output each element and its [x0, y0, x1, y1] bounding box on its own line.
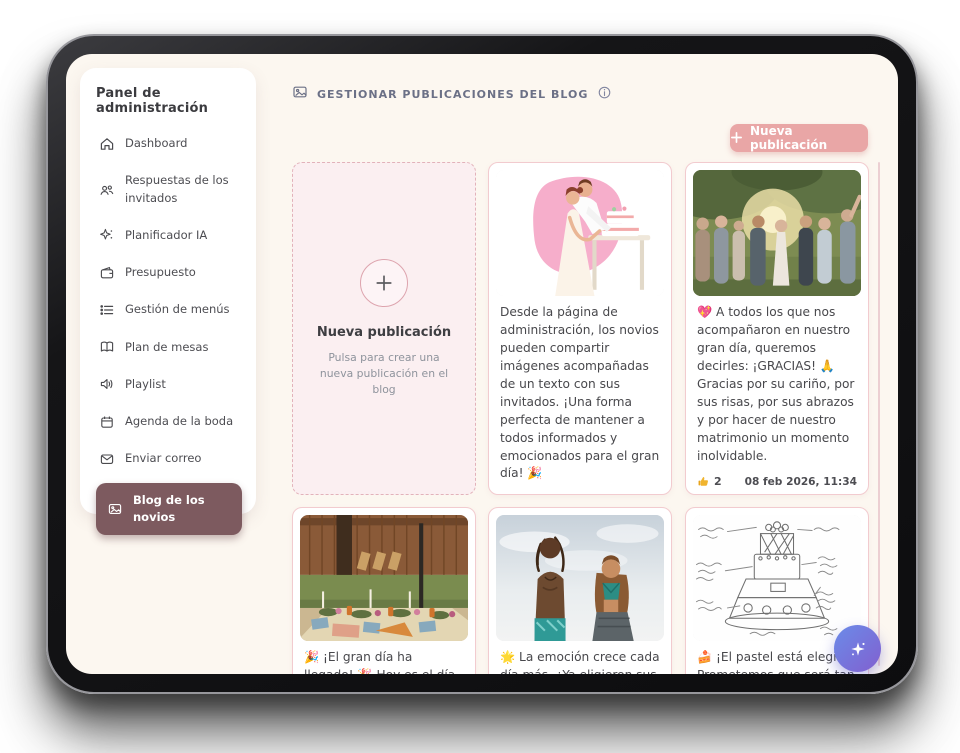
sidebar-item-presupuesto[interactable]: Presupuesto — [96, 259, 242, 286]
speaker-icon — [98, 376, 115, 393]
map-icon — [98, 339, 115, 356]
post-text: 🎉 ¡El gran día ha llegado! 🎉 Hoy es el d… — [293, 646, 475, 674]
thumbs-up-icon — [500, 493, 513, 495]
ai-sparkle-icon — [98, 227, 115, 244]
create-post-title: Nueva publicación — [317, 325, 451, 340]
page-header: GESTIONAR PUBLICACIONES DEL BLOG — [292, 84, 612, 104]
post-date: 08 feb 2026, 11:35 — [548, 494, 660, 495]
blog-post-card: 💖 A todos los que nos acompañaron en nue… — [685, 162, 869, 495]
sidebar-item-respuestas[interactable]: Respuestas de los invitados — [96, 167, 242, 212]
blog-post-card: 🌟 La emoción crece cada día más. ¿Ya eli… — [488, 507, 672, 674]
sidebar-item-playlist[interactable]: Playlist — [96, 371, 242, 398]
create-post-subtitle: Pulsa para crear una nueva publicación e… — [313, 350, 455, 399]
post-likes: 2 — [697, 475, 722, 488]
page: Panel de administración Dashboard Respue… — [0, 0, 960, 753]
plus-icon — [730, 129, 743, 148]
post-image-backyard-table — [300, 515, 468, 641]
post-date: 08 feb 2026, 11:34 — [745, 476, 857, 488]
home-icon — [98, 135, 115, 152]
sidebar-item-blog-novios[interactable]: Blog de los novios — [96, 483, 242, 536]
image-icon — [106, 500, 123, 517]
post-text: Desde la página de administración, los n… — [489, 301, 671, 487]
sidebar-item-plan-mesas[interactable]: Plan de mesas — [96, 334, 242, 361]
post-image-cake-sketch — [693, 515, 861, 641]
blog-post-card: 🎉 ¡El gran día ha llegado! 🎉 Hoy es el d… — [292, 507, 476, 674]
ai-assistant-fab[interactable] — [834, 625, 881, 672]
sidebar-item-dashboard[interactable]: Dashboard — [96, 130, 242, 157]
sidebar-item-label: Playlist — [125, 376, 166, 393]
plus-circle-icon — [360, 259, 408, 307]
like-count: 1 — [517, 493, 525, 495]
sidebar-item-gestion-menus[interactable]: Gestión de menús — [96, 296, 242, 323]
wallet-icon — [98, 264, 115, 281]
sidebar-item-label: Blog de los novios — [133, 492, 232, 527]
calendar-icon — [98, 413, 115, 430]
sidebar-item-label: Enviar correo — [125, 450, 201, 467]
sidebar-item-label: Plan de mesas — [125, 339, 208, 356]
sidebar-item-agenda[interactable]: Agenda de la boda — [96, 408, 242, 435]
app-screen: Panel de administración Dashboard Respue… — [66, 54, 898, 674]
scrollbar[interactable] — [878, 162, 880, 666]
tablet-frame: Panel de administración Dashboard Respue… — [46, 34, 918, 694]
page-title: GESTIONAR PUBLICACIONES DEL BLOG — [317, 88, 588, 101]
sidebar-item-label: Presupuesto — [125, 264, 196, 281]
sidebar-item-label: Planificador IA — [125, 227, 207, 244]
post-image-garden-wedding — [693, 170, 861, 296]
thumbs-up-icon — [697, 475, 710, 488]
sidebar-title: Panel de administración — [96, 86, 242, 116]
guests-icon — [98, 181, 115, 198]
sidebar-item-enviar-correo[interactable]: Enviar correo — [96, 445, 242, 472]
post-meta: 2 08 feb 2026, 11:34 — [686, 469, 868, 495]
ai-sparkles-icon — [848, 639, 868, 659]
info-icon[interactable] — [597, 85, 612, 104]
sidebar-item-label: Agenda de la boda — [125, 413, 233, 430]
sidebar-item-planificador-ia[interactable]: Planificador IA — [96, 222, 242, 249]
blog-post-card: Desde la página de administración, los n… — [488, 162, 672, 495]
sidebar-item-label: Respuestas de los invitados — [125, 172, 240, 207]
post-text: 🌟 La emoción crece cada día más. ¿Ya eli… — [489, 646, 671, 674]
sidebar-item-label: Gestión de menús — [125, 301, 230, 318]
image-icon — [292, 84, 308, 104]
post-text: 💖 A todos los que nos acompañaron en nue… — [686, 301, 868, 469]
new-publication-button[interactable]: Nueva publicación — [730, 124, 868, 152]
post-image-couple-sky — [496, 515, 664, 641]
menu-list-icon — [98, 301, 115, 318]
sidebar-item-label: Dashboard — [125, 135, 187, 152]
post-likes: 1 — [500, 493, 525, 495]
post-image-couple-cake-illustration — [496, 170, 664, 296]
like-count: 2 — [714, 475, 722, 488]
sidebar: Panel de administración Dashboard Respue… — [80, 68, 256, 514]
new-publication-button-label: Nueva publicación — [750, 124, 868, 152]
post-meta: 1 08 feb 2026, 11:35 — [489, 487, 671, 495]
mail-icon — [98, 450, 115, 467]
create-post-card[interactable]: Nueva publicación Pulsa para crear una n… — [292, 162, 476, 495]
